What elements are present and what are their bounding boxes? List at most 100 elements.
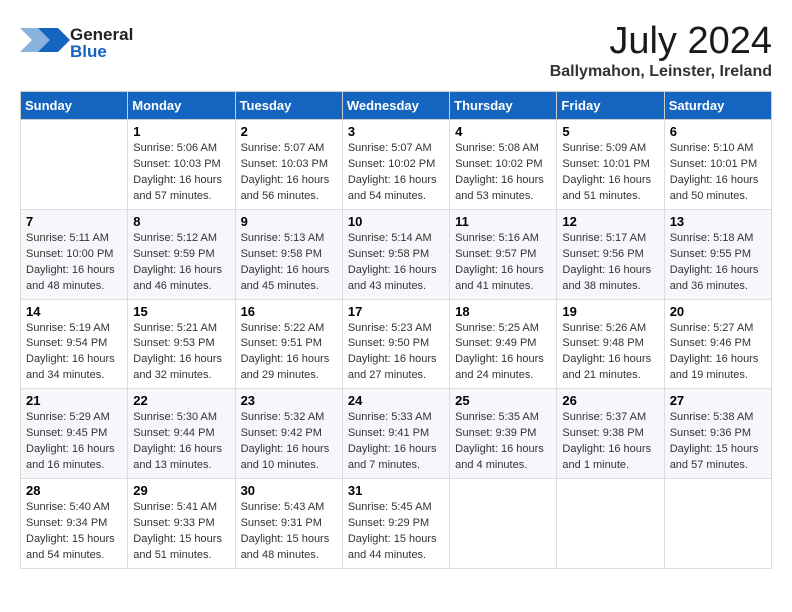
day-info: Sunrise: 5:17 AM Sunset: 9:56 PM Dayligh…: [562, 231, 658, 295]
day-info: Sunrise: 5:11 AM Sunset: 10:00 PM Daylig…: [26, 231, 122, 295]
main-title: July 2024: [550, 20, 772, 63]
calendar-cell: 20 Sunrise: 5:27 AM Sunset: 9:46 PM Dayli…: [664, 299, 771, 389]
calendar-cell: 9Sunrise: 5:13 AM Sunset: 9:58 PM Daylig…: [235, 209, 342, 299]
calendar-cell: 18 Sunrise: 5:25 AM Sunset: 9:49 PM Dayli…: [450, 299, 557, 389]
day-info: Sunrise: 5:08 AM Sunset: 10:02 PM Daylig…: [455, 141, 551, 205]
calendar-cell: [557, 479, 664, 569]
day-info: Sunrise: 5:10 AM Sunset: 10:01 PM Daylig…: [670, 141, 766, 205]
calendar-cell: 30 Sunrise: 5:43 AM Sunset: 9:31 PM Dayli…: [235, 479, 342, 569]
calendar-cell: 5 Sunrise: 5:09 AM Sunset: 10:01 PM Dayli…: [557, 120, 664, 210]
calendar-cell: 8Sunrise: 5:12 AM Sunset: 9:59 PM Daylig…: [128, 209, 235, 299]
logo-blue-text: Blue: [70, 43, 133, 60]
logo-general-text: General: [70, 26, 133, 43]
calendar-cell: 7Sunrise: 5:11 AM Sunset: 10:00 PM Dayli…: [21, 209, 128, 299]
day-info: Sunrise: 5:29 AM Sunset: 9:45 PM Dayligh…: [26, 410, 122, 474]
week-row-1: 1 Sunrise: 5:06 AM Sunset: 10:03 PM Dayli…: [21, 120, 772, 210]
day-info: Sunrise: 5:45 AM Sunset: 9:29 PM Dayligh…: [348, 500, 444, 564]
day-info: Sunrise: 5:43 AM Sunset: 9:31 PM Dayligh…: [241, 500, 337, 564]
day-info: Sunrise: 5:21 AM Sunset: 9:53 PM Dayligh…: [133, 321, 229, 385]
calendar-cell: 12Sunrise: 5:17 AM Sunset: 9:56 PM Dayli…: [557, 209, 664, 299]
day-info: Sunrise: 5:30 AM Sunset: 9:44 PM Dayligh…: [133, 410, 229, 474]
calendar-cell: 26Sunrise: 5:37 AM Sunset: 9:38 PM Dayli…: [557, 389, 664, 479]
header-saturday: Saturday: [664, 92, 771, 120]
calendar-cell: 1 Sunrise: 5:06 AM Sunset: 10:03 PM Dayli…: [128, 120, 235, 210]
day-info: Sunrise: 5:27 AM Sunset: 9:46 PM Dayligh…: [670, 321, 766, 385]
calendar-cell: [450, 479, 557, 569]
calendar-cell: 24 Sunrise: 5:33 AM Sunset: 9:41 PM Dayli…: [342, 389, 449, 479]
calendar-cell: 25 Sunrise: 5:35 AM Sunset: 9:39 PM Dayli…: [450, 389, 557, 479]
calendar-cell: 27Sunrise: 5:38 AM Sunset: 9:36 PM Dayli…: [664, 389, 771, 479]
day-number: 15: [133, 304, 229, 319]
day-number: 17: [348, 304, 444, 319]
day-info: Sunrise: 5:19 AM Sunset: 9:54 PM Dayligh…: [26, 321, 122, 385]
calendar-cell: 6 Sunrise: 5:10 AM Sunset: 10:01 PM Dayli…: [664, 120, 771, 210]
day-info: Sunrise: 5:33 AM Sunset: 9:41 PM Dayligh…: [348, 410, 444, 474]
calendar-cell: 17 Sunrise: 5:23 AM Sunset: 9:50 PM Dayli…: [342, 299, 449, 389]
day-number: 30: [241, 483, 337, 498]
day-number: 8: [133, 214, 229, 229]
day-number: 3: [348, 124, 444, 139]
calendar-cell: [21, 120, 128, 210]
calendar-cell: 10Sunrise: 5:14 AM Sunset: 9:58 PM Dayli…: [342, 209, 449, 299]
day-number: 29: [133, 483, 229, 498]
header-monday: Monday: [128, 92, 235, 120]
calendar-cell: 21Sunrise: 5:29 AM Sunset: 9:45 PM Dayli…: [21, 389, 128, 479]
calendar-cell: 13Sunrise: 5:18 AM Sunset: 9:55 PM Dayli…: [664, 209, 771, 299]
week-row-2: 7Sunrise: 5:11 AM Sunset: 10:00 PM Dayli…: [21, 209, 772, 299]
calendar-cell: 11 Sunrise: 5:16 AM Sunset: 9:57 PM Dayli…: [450, 209, 557, 299]
day-number: 5: [562, 124, 658, 139]
day-number: 11: [455, 214, 551, 229]
logo: General Blue: [20, 20, 133, 65]
calendar-cell: 28 Sunrise: 5:40 AM Sunset: 9:34 PM Dayli…: [21, 479, 128, 569]
day-info: Sunrise: 5:14 AM Sunset: 9:58 PM Dayligh…: [348, 231, 444, 295]
day-info: Sunrise: 5:32 AM Sunset: 9:42 PM Dayligh…: [241, 410, 337, 474]
day-number: 1: [133, 124, 229, 139]
day-number: 19: [562, 304, 658, 319]
calendar-cell: 19Sunrise: 5:26 AM Sunset: 9:48 PM Dayli…: [557, 299, 664, 389]
day-number: 28: [26, 483, 122, 498]
day-number: 31: [348, 483, 444, 498]
week-row-4: 21Sunrise: 5:29 AM Sunset: 9:45 PM Dayli…: [21, 389, 772, 479]
day-number: 25: [455, 393, 551, 408]
day-info: Sunrise: 5:07 AM Sunset: 10:03 PM Daylig…: [241, 141, 337, 205]
day-number: 26: [562, 393, 658, 408]
calendar-cell: 16 Sunrise: 5:22 AM Sunset: 9:51 PM Dayli…: [235, 299, 342, 389]
header-sunday: Sunday: [21, 92, 128, 120]
header-tuesday: Tuesday: [235, 92, 342, 120]
day-info: Sunrise: 5:25 AM Sunset: 9:49 PM Dayligh…: [455, 321, 551, 385]
calendar-cell: [664, 479, 771, 569]
day-info: Sunrise: 5:07 AM Sunset: 10:02 PM Daylig…: [348, 141, 444, 205]
calendar-cell: 15 Sunrise: 5:21 AM Sunset: 9:53 PM Dayli…: [128, 299, 235, 389]
day-number: 9: [241, 214, 337, 229]
day-info: Sunrise: 5:38 AM Sunset: 9:36 PM Dayligh…: [670, 410, 766, 474]
calendar-cell: 22 Sunrise: 5:30 AM Sunset: 9:44 PM Dayli…: [128, 389, 235, 479]
day-info: Sunrise: 5:41 AM Sunset: 9:33 PM Dayligh…: [133, 500, 229, 564]
calendar-header-row: SundayMondayTuesdayWednesdayThursdayFrid…: [21, 92, 772, 120]
day-info: Sunrise: 5:18 AM Sunset: 9:55 PM Dayligh…: [670, 231, 766, 295]
calendar-cell: 2 Sunrise: 5:07 AM Sunset: 10:03 PM Dayli…: [235, 120, 342, 210]
day-number: 20: [670, 304, 766, 319]
day-number: 24: [348, 393, 444, 408]
day-number: 22: [133, 393, 229, 408]
day-info: Sunrise: 5:09 AM Sunset: 10:01 PM Daylig…: [562, 141, 658, 205]
day-number: 16: [241, 304, 337, 319]
day-number: 6: [670, 124, 766, 139]
day-info: Sunrise: 5:16 AM Sunset: 9:57 PM Dayligh…: [455, 231, 551, 295]
day-number: 2: [241, 124, 337, 139]
title-section: July 2024 Ballymahon, Leinster, Ireland: [550, 20, 772, 81]
calendar-cell: 4Sunrise: 5:08 AM Sunset: 10:02 PM Dayli…: [450, 120, 557, 210]
logo-icon: [20, 20, 70, 65]
week-row-3: 14 Sunrise: 5:19 AM Sunset: 9:54 PM Dayli…: [21, 299, 772, 389]
day-number: 14: [26, 304, 122, 319]
day-info: Sunrise: 5:23 AM Sunset: 9:50 PM Dayligh…: [348, 321, 444, 385]
day-info: Sunrise: 5:40 AM Sunset: 9:34 PM Dayligh…: [26, 500, 122, 564]
day-info: Sunrise: 5:35 AM Sunset: 9:39 PM Dayligh…: [455, 410, 551, 474]
calendar-cell: 3 Sunrise: 5:07 AM Sunset: 10:02 PM Dayli…: [342, 120, 449, 210]
day-number: 18: [455, 304, 551, 319]
calendar-cell: 23Sunrise: 5:32 AM Sunset: 9:42 PM Dayli…: [235, 389, 342, 479]
week-row-5: 28 Sunrise: 5:40 AM Sunset: 9:34 PM Dayli…: [21, 479, 772, 569]
day-info: Sunrise: 5:22 AM Sunset: 9:51 PM Dayligh…: [241, 321, 337, 385]
header-thursday: Thursday: [450, 92, 557, 120]
header-friday: Friday: [557, 92, 664, 120]
day-info: Sunrise: 5:06 AM Sunset: 10:03 PM Daylig…: [133, 141, 229, 205]
